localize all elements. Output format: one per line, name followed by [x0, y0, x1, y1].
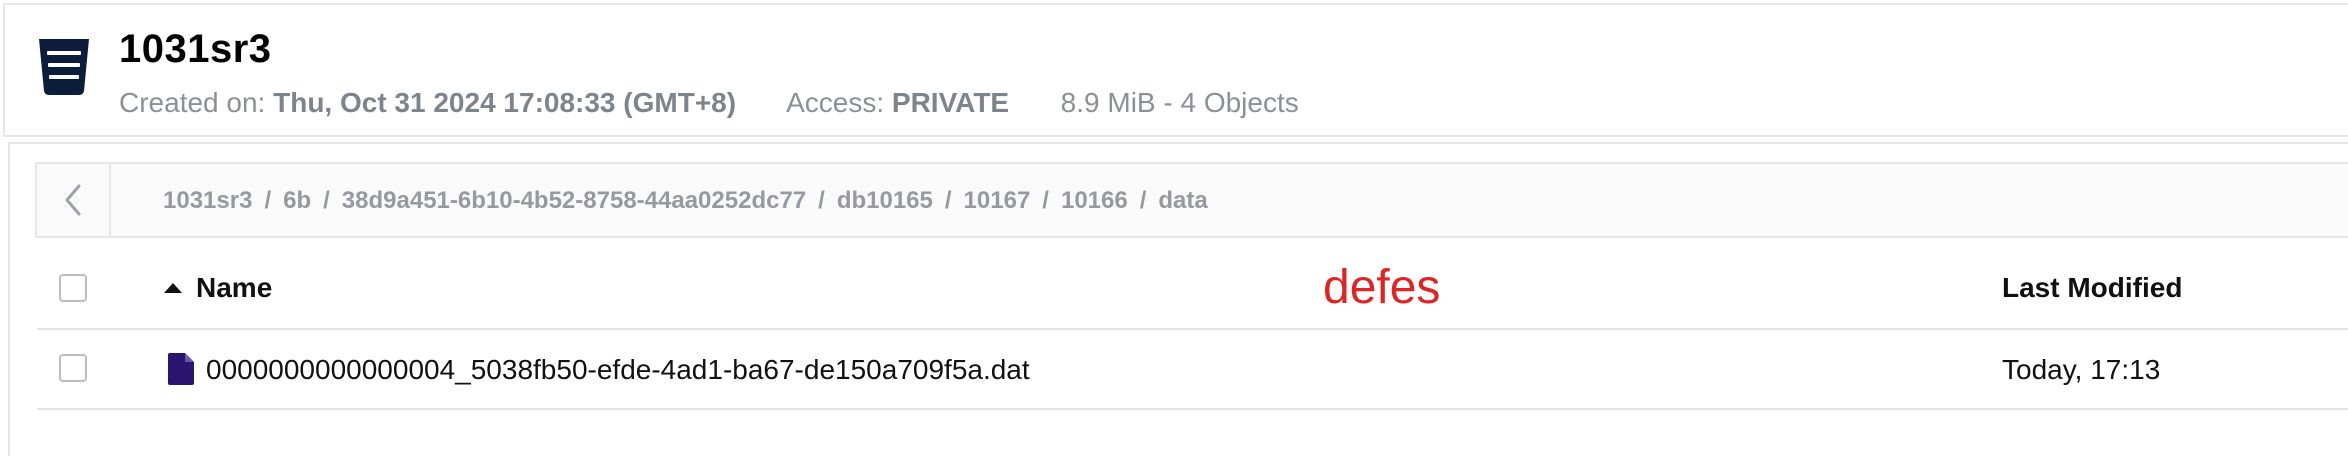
- table-header: Name Last Modified: [37, 254, 2348, 330]
- created-label: Created on:: [119, 87, 266, 118]
- breadcrumb-item[interactable]: db10165: [837, 187, 933, 214]
- file-last-modified: Today, 17:13: [2002, 354, 2161, 385]
- bucket-header: 1031sr3 Created on: Thu, Oct 31 2024 17:…: [3, 3, 2348, 137]
- breadcrumb-item[interactable]: data: [1158, 187, 1207, 214]
- breadcrumb-item[interactable]: 1031sr3: [163, 187, 252, 214]
- created-value: Thu, Oct 31 2024 17:08:33 (GMT+8): [273, 87, 737, 118]
- sort-ascending-icon: [164, 283, 182, 293]
- access-value: PRIVATE: [891, 87, 1010, 118]
- breadcrumb-separator: /: [818, 187, 825, 214]
- back-button[interactable]: [37, 164, 111, 236]
- overlay-label: defes: [1323, 261, 1441, 314]
- size-summary: 8.9 MiB - 4 Objects: [1060, 87, 1299, 118]
- breadcrumb-item[interactable]: 10166: [1061, 187, 1128, 214]
- bucket-icon: [39, 39, 89, 95]
- breadcrumb-item[interactable]: 38d9a451-6b10-4b52-8758-44aa0252dc77: [342, 187, 806, 214]
- breadcrumb-separator: /: [1042, 187, 1049, 214]
- last-modified-column-header[interactable]: Last Modified: [2002, 272, 2182, 304]
- breadcrumb-item[interactable]: 10167: [964, 187, 1031, 214]
- breadcrumb-separator: /: [264, 187, 272, 214]
- table-row[interactable]: 0000000000000004_5038fb50-efde-4ad1-ba67…: [37, 330, 2348, 410]
- bucket-meta: Created on: Thu, Oct 31 2024 17:08:33 (G…: [119, 87, 1299, 119]
- chevron-left-icon: [65, 184, 81, 216]
- file-name[interactable]: 0000000000000004_5038fb50-efde-4ad1-ba67…: [206, 354, 1030, 386]
- row-checkbox[interactable]: [59, 354, 87, 382]
- access-label: Access:: [786, 87, 885, 118]
- name-column-header[interactable]: Name: [164, 272, 272, 304]
- breadcrumb-separator: /: [323, 187, 330, 214]
- breadcrumb-separator: /: [944, 187, 952, 214]
- name-column-label: Name: [196, 272, 273, 303]
- select-all-checkbox[interactable]: [59, 274, 87, 302]
- bucket-title: 1031sr3: [119, 27, 272, 71]
- breadcrumb-item[interactable]: 6b: [283, 187, 311, 214]
- breadcrumb-separator: /: [1139, 187, 1147, 214]
- breadcrumb: 1031sr3 / 6b / 38d9a451-6b10-4b52-8758-44aa0…: [35, 162, 2348, 238]
- file-icon: [168, 353, 194, 385]
- breadcrumb-path: 1031sr3 / 6b / 38d9a451-6b10-4b52-8758-44aa0…: [163, 187, 1208, 215]
